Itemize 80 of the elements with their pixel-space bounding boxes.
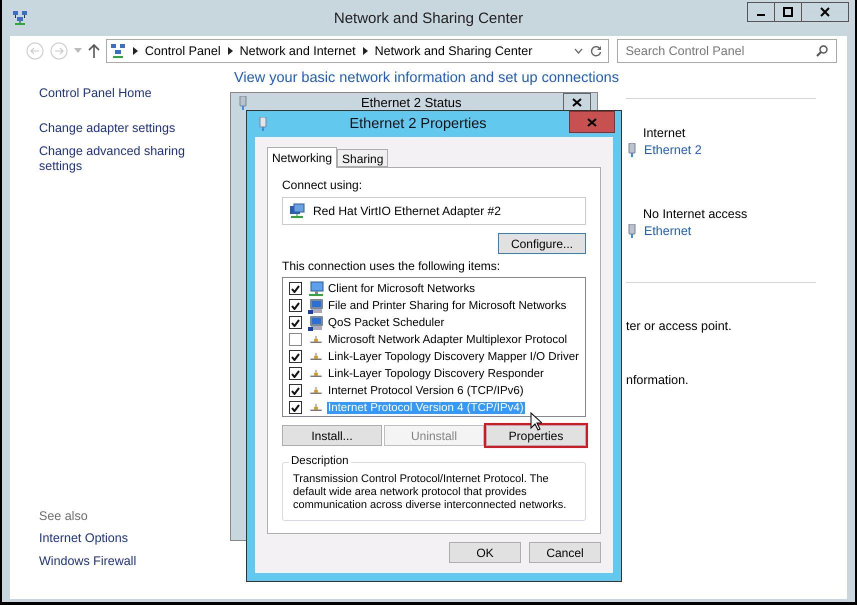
close-icon: [572, 98, 582, 106]
connection-link[interactable]: Ethernet 2: [644, 143, 702, 157]
ethernet-plug-icon: [628, 143, 636, 157]
close-button[interactable]: [801, 2, 849, 22]
network-icon: [12, 10, 28, 26]
checkbox[interactable]: [289, 333, 302, 346]
dialog-button[interactable]: OK: [449, 542, 521, 563]
field-label: This connection uses the following items:: [282, 259, 502, 273]
field-label: Connect using:: [282, 178, 364, 192]
connection-link[interactable]: Ethernet: [644, 224, 692, 238]
checkbox[interactable]: [289, 299, 302, 312]
adapter-name: Red Hat VirtIO Ethernet Adapter #2: [313, 204, 501, 218]
checkbox[interactable]: [289, 367, 302, 380]
connection-type: No Internet access: [643, 207, 748, 221]
sidebar-link[interactable]: Control Panel Home: [39, 86, 199, 101]
list-item[interactable]: Link-Layer Topology Discovery Responder: [327, 368, 545, 380]
group-title: Description: [289, 455, 351, 467]
breadcrumb[interactable]: Control Panel: [144, 44, 221, 58]
dialog-title: Ethernet 2 Properties: [348, 116, 488, 132]
cursor-icon: [530, 412, 542, 431]
close-icon: [587, 118, 597, 126]
protocol-icon: [310, 387, 322, 394]
address-bar[interactable]: Control Panel Network and Internet Network and Sharing Center: [106, 39, 609, 63]
list-item[interactable]: QoS Packet Scheduler: [327, 316, 446, 328]
list-item[interactable]: Microsoft Network Adapter Multiplexor Protocol: [327, 334, 568, 346]
checkbox[interactable]: [289, 316, 302, 329]
body-text: ter or access point.: [626, 319, 733, 333]
ethernet-plug-icon: [239, 96, 247, 110]
minimize-button[interactable]: [747, 2, 775, 22]
sidebar-link[interactable]: Windows Firewall: [39, 554, 199, 569]
checkbox[interactable]: [289, 350, 302, 363]
chevron-icon: [228, 47, 233, 55]
dialog-button[interactable]: Properties: [486, 425, 586, 446]
sidebar-link[interactable]: Internet Options: [39, 531, 199, 546]
network-icon: [110, 43, 126, 59]
checkbox[interactable]: [289, 282, 302, 295]
sidebar-link[interactable]: Change adapter settings: [39, 121, 199, 136]
search-icon: [816, 45, 828, 57]
list-item[interactable]: Internet Protocol Version 6 (TCP/IPv6): [327, 384, 525, 396]
protocol-icon: [310, 353, 322, 360]
sidebar-link[interactable]: Change advanced sharing settings: [39, 144, 199, 174]
tab[interactable]: Networking: [267, 147, 338, 168]
search-field[interactable]: Search Control Panel: [616, 39, 837, 63]
section-heading: See also: [39, 509, 89, 523]
protocol-icon: [310, 336, 322, 343]
ethernet-plug-icon: [259, 117, 267, 131]
list-item[interactable]: Link-Layer Topology Discovery Mapper I/O Driver: [327, 350, 580, 362]
configure-button[interactable]: Configure...: [498, 233, 586, 254]
maximize-icon: [783, 7, 793, 17]
protocol-icon: [310, 404, 322, 411]
checkbox[interactable]: [289, 384, 302, 397]
refresh-icon[interactable]: [590, 45, 602, 57]
list-item[interactable]: Client for Microsoft Networks: [327, 282, 476, 294]
minimize-icon: [757, 14, 765, 16]
dropdown-icon[interactable]: [574, 48, 583, 54]
network-adapter-icon: [289, 203, 305, 219]
checkbox[interactable]: [289, 401, 302, 414]
computer-icon: [308, 280, 324, 296]
breadcrumb[interactable]: Network and Sharing Center: [374, 44, 532, 58]
connection-type: Internet: [643, 126, 686, 140]
breadcrumb[interactable]: Network and Internet: [240, 44, 356, 58]
computer-icon: [308, 298, 324, 314]
dialog-title: Ethernet 2 Status: [361, 95, 462, 110]
dialog-button[interactable]: Cancel: [529, 542, 601, 563]
close-icon: [820, 7, 830, 17]
close-button[interactable]: [563, 93, 591, 111]
window-title: Network and Sharing Center: [334, 10, 524, 26]
tab[interactable]: Sharing: [337, 149, 388, 167]
protocol-icon: [310, 370, 322, 377]
body-text: nformation.: [626, 373, 690, 387]
dialog-button[interactable]: Install...: [282, 425, 382, 446]
ethernet-plug-icon: [628, 224, 636, 238]
list-item[interactable]: File and Printer Sharing for Microsoft Networks: [327, 300, 568, 312]
maximize-button[interactable]: [774, 2, 802, 22]
page-heading: View your basic network information and set up connections: [234, 69, 620, 86]
chevron-icon: [362, 47, 368, 55]
computer-icon: [308, 314, 324, 330]
description-text: Transmission Control Protocol/Internet Protocol. The default wide area network protocol that provides communication across diverse interconnected networks.: [293, 473, 568, 512]
chevron-icon: [132, 47, 138, 55]
up-arrow-icon[interactable]: [88, 44, 100, 58]
